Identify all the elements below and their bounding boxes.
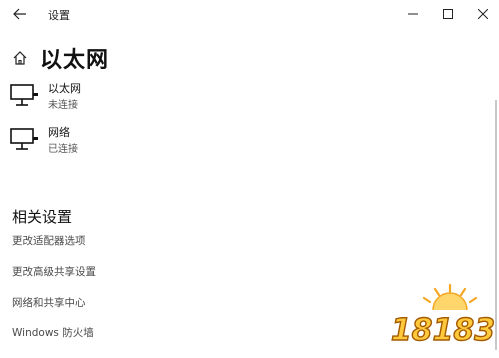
network-item-network[interactable]: 网络 已连接 bbox=[10, 124, 210, 164]
close-icon bbox=[478, 9, 488, 19]
network-monitor-icon bbox=[10, 128, 38, 150]
network-status: 已连接 bbox=[48, 144, 78, 155]
watermark-text: 18183 bbox=[391, 313, 495, 348]
link-windows-firewall[interactable]: Windows 防火墙 bbox=[12, 325, 94, 340]
maximize-icon bbox=[443, 9, 453, 19]
related-settings-title: 相关设置 bbox=[12, 208, 73, 226]
network-monitor-icon bbox=[10, 84, 38, 106]
title-bar: 设置 bbox=[0, 0, 499, 30]
settings-window: 设置 以太网 以太网 未连接 网络 已连接 相关设置 更改适配器选项 更改高级共… bbox=[0, 0, 499, 358]
minimize-icon bbox=[408, 13, 418, 15]
network-name: 网络 bbox=[48, 126, 70, 139]
maximize-button[interactable] bbox=[430, 0, 466, 28]
app-title: 设置 bbox=[48, 9, 70, 22]
close-button[interactable] bbox=[465, 0, 499, 28]
link-change-adapter-options[interactable]: 更改适配器选项 bbox=[12, 233, 86, 248]
watermark-logo: 18183 bbox=[390, 283, 496, 349]
link-network-sharing-center[interactable]: 网络和共享中心 bbox=[12, 295, 86, 310]
home-icon[interactable] bbox=[12, 50, 28, 66]
back-button[interactable] bbox=[6, 2, 34, 26]
arrow-left-icon bbox=[13, 8, 26, 20]
network-item-ethernet[interactable]: 以太网 未连接 bbox=[10, 80, 210, 120]
link-advanced-sharing-settings[interactable]: 更改高级共享设置 bbox=[12, 264, 96, 279]
network-name: 以太网 bbox=[48, 82, 81, 95]
page-header: 以太网 bbox=[0, 40, 499, 76]
page-title: 以太网 bbox=[40, 48, 110, 73]
minimize-button[interactable] bbox=[395, 0, 431, 28]
network-status: 未连接 bbox=[48, 100, 78, 111]
